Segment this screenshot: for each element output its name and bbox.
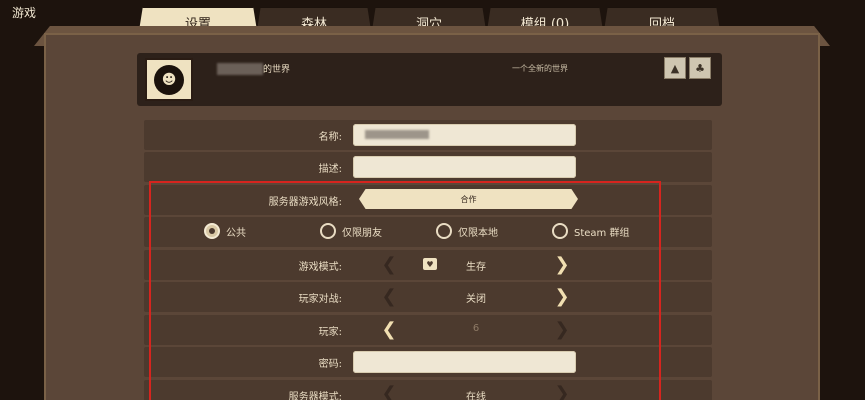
world-avatar[interactable]: ☻ [145, 58, 193, 101]
name-redacted [365, 130, 429, 139]
description-label: 描述: [318, 164, 342, 175]
ruins-icon: ▲ [664, 57, 686, 79]
world-name: 的世界 [263, 65, 291, 75]
world-name-redacted [217, 63, 263, 75]
world-header: ☻ 的世界 一个全新的世界 ▲ ♣ [137, 53, 722, 106]
annotation-highlight-box [149, 181, 661, 400]
world-description: 一个全新的世界 [512, 64, 568, 73]
character-portrait-icon: ☻ [154, 64, 184, 95]
window-title: 游戏 [12, 6, 37, 20]
forest-icon: ♣ [689, 57, 711, 79]
description-input[interactable] [353, 156, 576, 178]
name-label: 名称: [318, 132, 342, 143]
